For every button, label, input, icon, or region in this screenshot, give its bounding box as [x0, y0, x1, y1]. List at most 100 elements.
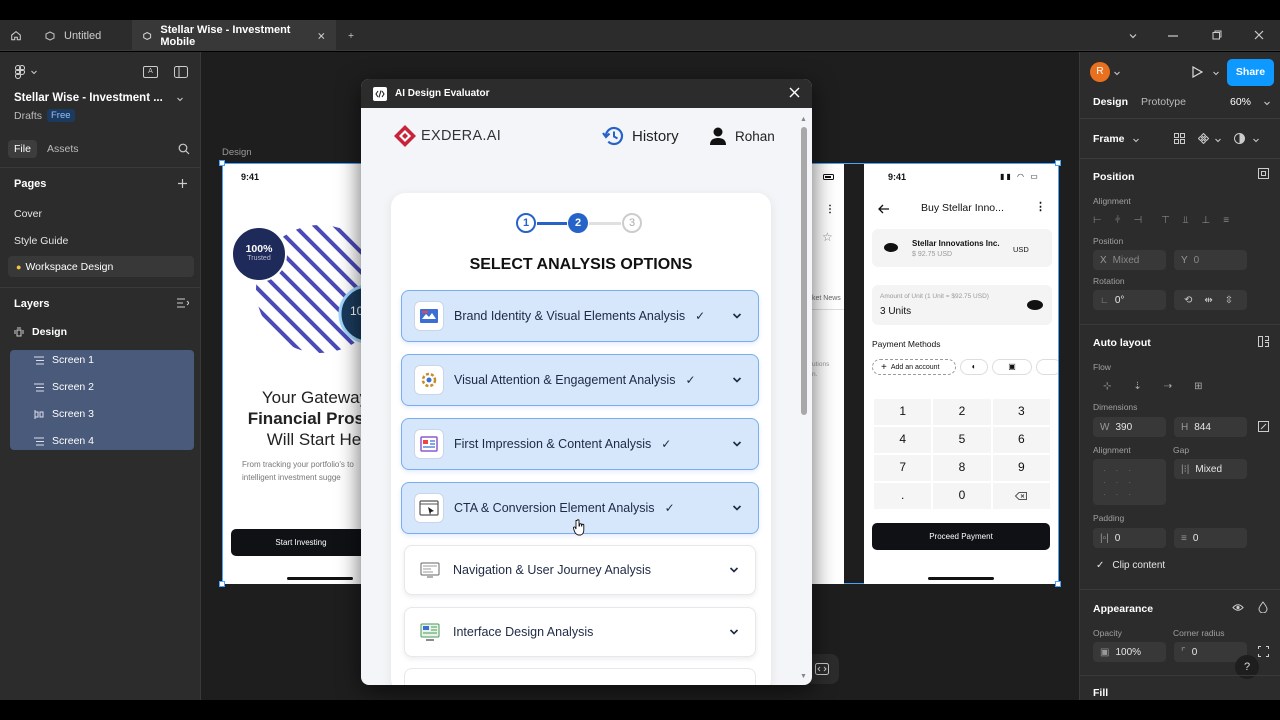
flow-free-icon[interactable]: ⊹ [1103, 381, 1111, 392]
chevron-down-icon[interactable] [732, 312, 742, 320]
file-name[interactable]: Stellar Wise - Investment ... [14, 92, 163, 104]
page-item-style-guide[interactable]: Style Guide [14, 235, 68, 247]
align-center-h-icon[interactable]: ⫩ [1115, 215, 1121, 226]
layers-list-icon[interactable] [177, 298, 189, 308]
payment-method-3[interactable] [1036, 359, 1058, 375]
history-link[interactable]: History [602, 126, 679, 146]
key-5[interactable]: 5 [933, 427, 991, 453]
amount-card[interactable]: Amount of Unit (1 Unit = $92.75 USD) 3 U… [872, 285, 1052, 325]
key-7[interactable]: 7 [874, 455, 932, 481]
chevron-down-icon[interactable] [1132, 136, 1140, 144]
tab-file[interactable]: File [8, 140, 37, 158]
height-field[interactable]: H 844 [1174, 417, 1247, 437]
tab-design[interactable]: Design [1093, 96, 1128, 108]
alignment-grid[interactable]: ··· ··· ··· [1093, 459, 1166, 505]
chevron-down-icon[interactable] [176, 95, 184, 103]
start-investing-button[interactable]: Start Investing [231, 529, 365, 556]
share-button[interactable]: Share [1227, 59, 1274, 86]
layer-screen-4[interactable]: Screen 4 [10, 428, 194, 454]
proceed-payment-button[interactable]: Proceed Payment [872, 523, 1050, 550]
tab-untitled[interactable]: Untitled [34, 20, 131, 51]
align-right-icon[interactable]: ⊣ [1133, 215, 1142, 226]
home-button[interactable] [0, 20, 32, 51]
layer-screen-3[interactable]: Screen 3 [10, 401, 194, 427]
option-partial[interactable] [404, 668, 756, 685]
zoom-level[interactable]: 60% [1230, 96, 1251, 108]
option-brand-identity[interactable]: Brand Identity & Visual Elements Analysi… [401, 290, 759, 342]
chevron-down-icon[interactable] [1113, 69, 1121, 77]
key-dot[interactable]: . [874, 483, 932, 509]
company-card[interactable]: Stellar Innovations Inc. $ 92.75 USD USD [872, 229, 1052, 267]
resize-handle[interactable] [1055, 160, 1061, 166]
constraints-icon[interactable] [1258, 168, 1269, 179]
scrollbar-thumb[interactable] [801, 127, 807, 415]
scroll-up-icon[interactable]: ▲ [800, 116, 807, 123]
resize-handle[interactable] [219, 160, 225, 166]
resize-handle[interactable] [1055, 581, 1061, 587]
tab-assets[interactable]: Assets [47, 143, 79, 155]
play-icon[interactable] [1192, 66, 1203, 78]
expand-corners-icon[interactable] [1258, 646, 1269, 657]
page-item-cover[interactable]: Cover [14, 208, 42, 220]
sidebar-toggle-icon[interactable] [174, 66, 188, 78]
y-field[interactable]: Y 0 [1174, 250, 1247, 270]
flow-grid-icon[interactable]: ⊞ [1194, 381, 1202, 392]
add-page-icon[interactable] [177, 178, 188, 189]
flow-vertical-icon[interactable]: ⇣ [1133, 381, 1141, 392]
scroll-down-icon[interactable]: ▼ [800, 673, 807, 680]
chevron-down-icon[interactable] [1212, 69, 1220, 77]
resize-icon[interactable] [1258, 421, 1269, 432]
chevron-down-icon[interactable] [732, 504, 742, 512]
contrast-icon[interactable] [1234, 133, 1245, 144]
opacity-field[interactable]: ▣ 100% [1093, 642, 1166, 662]
flow-horizontal-icon[interactable]: ⇢ [1164, 381, 1172, 392]
width-field[interactable]: W 390 [1093, 417, 1166, 437]
distribute-icon[interactable]: ≡ [1223, 215, 1229, 226]
new-tab-button[interactable] [338, 20, 364, 51]
corner-radius-field[interactable]: ⌜ 0 [1174, 642, 1247, 662]
layer-screen-2[interactable]: Screen 2 [10, 374, 194, 400]
back-arrow-icon[interactable] [878, 204, 890, 214]
tab-prototype[interactable]: Prototype [1141, 96, 1186, 108]
avatar[interactable]: R [1090, 62, 1110, 82]
page-item-workspace-design[interactable]: ● Workspace Design [8, 256, 194, 277]
resize-handle[interactable] [219, 581, 225, 587]
payment-method-1[interactable]: ◐ [960, 359, 988, 375]
key-2[interactable]: 2 [933, 399, 991, 425]
drafts-label[interactable]: Drafts [14, 110, 42, 122]
key-0[interactable]: 0 [933, 483, 991, 509]
chevron-down-icon[interactable] [1252, 136, 1260, 144]
option-navigation-journey[interactable]: Navigation & User Journey Analysis [404, 545, 756, 595]
user-menu[interactable]: Rohan [710, 127, 775, 145]
close-icon[interactable] [789, 87, 800, 98]
drop-icon[interactable] [1258, 601, 1268, 613]
restore-icon[interactable] [1212, 30, 1222, 40]
screen-3[interactable]: ⋮ ☆ ket News utions n. [812, 164, 844, 584]
flip-v-icon[interactable]: ⇳ [1225, 295, 1233, 306]
chevron-down-icon[interactable] [1214, 136, 1222, 144]
chevron-down-icon[interactable] [1128, 31, 1138, 41]
text-icon[interactable]: A [143, 66, 158, 78]
layer-screen-1[interactable]: Screen 1 [10, 347, 194, 373]
currency-select[interactable]: USD [1013, 245, 1029, 254]
rotate-icon[interactable]: ⟲ [1184, 295, 1192, 306]
close-tab-icon[interactable] [317, 31, 326, 41]
chevron-down-icon[interactable] [732, 376, 742, 384]
more-icon[interactable]: ⋮ [1035, 200, 1046, 213]
flip-h-icon[interactable]: ⇹ [1204, 295, 1212, 306]
scrollbar[interactable]: ▲ ▼ [800, 116, 808, 682]
align-bottom-icon[interactable]: ⊥ [1202, 215, 1211, 226]
grid-icon[interactable] [1174, 133, 1185, 144]
tab-stellar-wise[interactable]: Stellar Wise - Investment Mobile [132, 20, 336, 51]
search-icon[interactable] [178, 143, 190, 155]
clip-content-checkbox[interactable]: ✓ Clip content [1096, 560, 1165, 571]
option-interface-design[interactable]: Interface Design Analysis [404, 607, 756, 657]
key-9[interactable]: 9 [992, 455, 1050, 481]
option-first-impression[interactable]: First Impression & Content Analysis ✓ [401, 418, 759, 470]
auto-layout-icon[interactable] [1258, 336, 1269, 347]
align-top-icon[interactable]: ⊤ [1161, 215, 1170, 226]
backspace-key[interactable] [992, 483, 1050, 509]
star-icon[interactable]: ☆ [822, 230, 833, 244]
screen-4[interactable]: 9:41 ▮▮ ◠ ▭ Buy Stellar Inno... ⋮ Stella… [864, 164, 1058, 584]
x-field[interactable]: X Mixed [1093, 250, 1166, 270]
